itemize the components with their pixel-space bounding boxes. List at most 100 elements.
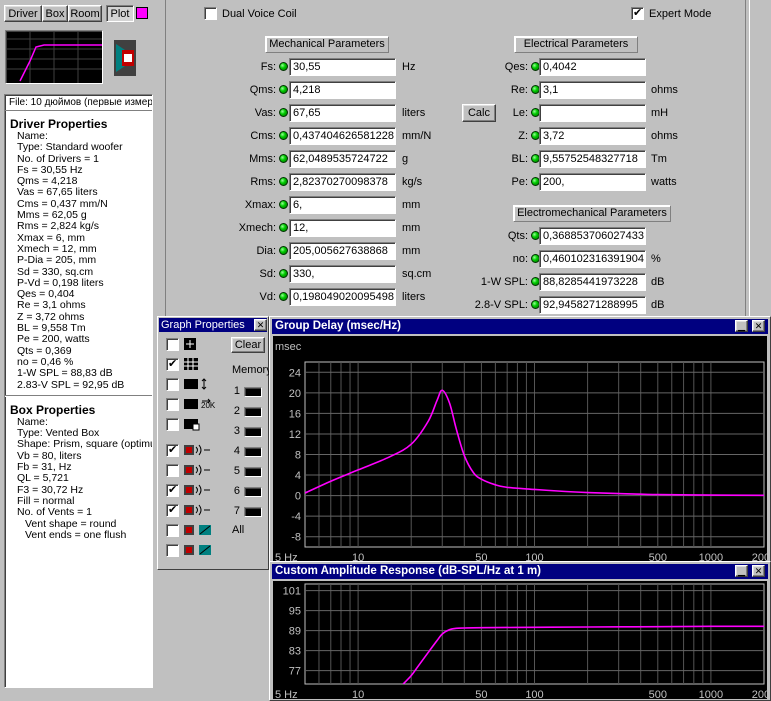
driver-property-line: P-Dia = 205, mm [17, 254, 97, 267]
mechanical-param-lock-led[interactable] [279, 108, 288, 117]
mechanical-param-input[interactable]: 4,218 [289, 81, 396, 99]
y-tick-label: 16 [289, 408, 301, 420]
dual-voice-coil-label: Dual Voice Coil [222, 8, 297, 20]
electromechanical-param-input[interactable]: 0,368853706027433 [539, 227, 646, 245]
electromechanical-param-unit: % [651, 253, 661, 265]
memory-slot-button[interactable] [244, 487, 262, 497]
electrical-param-input[interactable]: 0,4042 [539, 58, 646, 76]
electrical-param-label: BL: [511, 153, 528, 165]
graph-option-checkbox[interactable] [166, 398, 179, 411]
graph-option-checkbox[interactable] [166, 524, 179, 537]
mechanical-param-label: Mms: [249, 153, 276, 165]
electromechanical-param-input[interactable]: 92,9458271288995 [539, 296, 646, 314]
mechanical-param-lock-led[interactable] [279, 269, 288, 278]
graph-option-checkbox[interactable] [166, 443, 179, 457]
electrical-param-input[interactable]: 3,72 [539, 127, 646, 145]
graph-option-checkbox[interactable] [166, 357, 179, 371]
tab-plot[interactable]: Plot [106, 5, 134, 22]
memory-slot-button[interactable] [244, 467, 262, 477]
minimize-icon: ▁ [738, 566, 745, 576]
mechanical-param-input[interactable]: 0,198049020095498 [289, 288, 396, 306]
memory-slot-button[interactable] [244, 387, 262, 397]
box-property-line: QL = 5,721 [17, 472, 69, 485]
tab-driver[interactable]: Driver [4, 5, 42, 22]
graph-option-checkbox[interactable] [166, 378, 179, 391]
mechanical-param-unit: sq.cm [402, 268, 432, 280]
mechanical-param-label: Vas: [254, 107, 276, 119]
graph-option-checkbox[interactable] [166, 544, 179, 557]
driver-panel: Driver Box Room Plot File: 10 дюймов (пе… [0, 0, 157, 701]
graph-option-checkbox[interactable] [166, 338, 179, 351]
crosshair-icon [182, 337, 212, 351]
mechanical-param-lock-led[interactable] [279, 154, 288, 163]
graph-properties-close-button[interactable]: ✕ [254, 319, 267, 331]
mechanical-param-input[interactable]: 205,005627638868 [289, 242, 396, 260]
mechanical-param-input[interactable]: 0,437404626581228 [289, 127, 396, 145]
mechanical-param-lock-led[interactable] [279, 223, 288, 232]
memory-slot-button[interactable] [244, 507, 262, 517]
mechanical-param-input[interactable]: 12, [289, 219, 396, 237]
speaker-icon[interactable] [112, 38, 138, 78]
group-delay-minimize-button[interactable]: ▁ [735, 320, 748, 332]
mechanical-param-input[interactable]: 62,0489535724722 [289, 150, 396, 168]
mechanical-param-lock-led[interactable] [279, 85, 288, 94]
amplitude-response-plot[interactable]: 101 95 89 83 77 5 Hz 10 50 100 500 1000 2000 [273, 581, 767, 699]
mechanical-param-label: Fs: [260, 61, 276, 73]
memory-slot-button[interactable] [244, 407, 262, 417]
electrical-param-input[interactable]: 3,1 [539, 81, 646, 99]
graph-option-checkbox[interactable] [166, 464, 179, 477]
electrical-parameters-heading: Electrical Parameters [514, 36, 638, 53]
response-thumbnail[interactable] [5, 30, 103, 84]
graph-option-checkbox[interactable] [166, 483, 179, 497]
electromechanical-param-label: Qts: [507, 230, 528, 242]
electrical-param-input[interactable]: 9,55752548327718 [539, 150, 646, 168]
mechanical-param-input[interactable]: 6, [289, 196, 396, 214]
memory-slot-button[interactable] [244, 427, 262, 437]
tab-box-label: Box [45, 7, 65, 20]
electrical-param-input[interactable]: 200, [539, 173, 646, 191]
electrical-param-input[interactable] [539, 104, 646, 122]
x-tick-label: 5 Hz [275, 689, 298, 699]
mechanical-param-unit: mm [402, 222, 421, 234]
calc-button[interactable]: Calc [462, 104, 496, 122]
amplitude-response-window: Custom Amplitude Response (dB-SPL/Hz at … [269, 561, 771, 701]
electromechanical-param-unit: dB [651, 299, 665, 311]
group-delay-title: Group Delay (msec/Hz) [275, 320, 401, 332]
mechanical-param-input[interactable]: 330, [289, 265, 396, 283]
mechanical-param-lock-led[interactable] [279, 62, 288, 71]
electromechanical-parameters-heading: Electromechanical Parameters [513, 205, 671, 222]
graph-option-checkbox[interactable] [166, 418, 179, 431]
mechanical-param-lock-led[interactable] [279, 131, 288, 140]
tab-room[interactable]: Room [68, 5, 102, 22]
memory-all-label[interactable]: All [232, 523, 244, 537]
amplitude-minimize-button[interactable]: ▁ [735, 565, 748, 577]
memory-slot-number: 3 [233, 425, 240, 437]
mechanical-param-label: Rms: [250, 176, 276, 188]
group-delay-plot[interactable]: 24201612840-4-85 Hz105010050010002000mse… [273, 336, 767, 562]
electromechanical-param-input[interactable]: 88,8285441973228 [539, 273, 646, 291]
clear-button[interactable]: Clear [231, 337, 265, 353]
driver-icon [182, 463, 212, 477]
electromechanical-param-input[interactable]: 0,460102316391904 [539, 250, 646, 268]
graph-option-checkbox[interactable] [166, 503, 179, 517]
group-delay-close-button[interactable]: ✕ [752, 320, 765, 332]
mechanical-param-lock-led[interactable] [279, 246, 288, 255]
expert-mode-checkbox[interactable] [631, 6, 644, 20]
mechanical-param-lock-led[interactable] [279, 292, 288, 301]
y-axis-unit: msec [275, 341, 302, 353]
electromechanical-param-label: no: [512, 253, 528, 265]
mechanical-param-input[interactable]: 67,65 [289, 104, 396, 122]
mechanical-param-input[interactable]: 30,55 [289, 58, 396, 76]
mechanical-param-unit: liters [402, 291, 426, 303]
memory-slot-button[interactable] [244, 447, 262, 457]
mechanical-param-lock-led[interactable] [279, 177, 288, 186]
mechanical-param-lock-led[interactable] [279, 200, 288, 209]
mechanical-param-label: Vd: [259, 291, 276, 303]
tab-box[interactable]: Box [42, 5, 68, 22]
amplitude-close-button[interactable]: ✕ [752, 565, 765, 577]
plot-color-swatch[interactable] [136, 7, 148, 19]
electromechanical-param-label: 1-W SPL: [480, 276, 528, 288]
mechanical-param-input[interactable]: 2,82370270098378 [289, 173, 396, 191]
mechanical-param-label: Qms: [249, 84, 276, 96]
dual-voice-coil-checkbox[interactable] [204, 7, 217, 20]
